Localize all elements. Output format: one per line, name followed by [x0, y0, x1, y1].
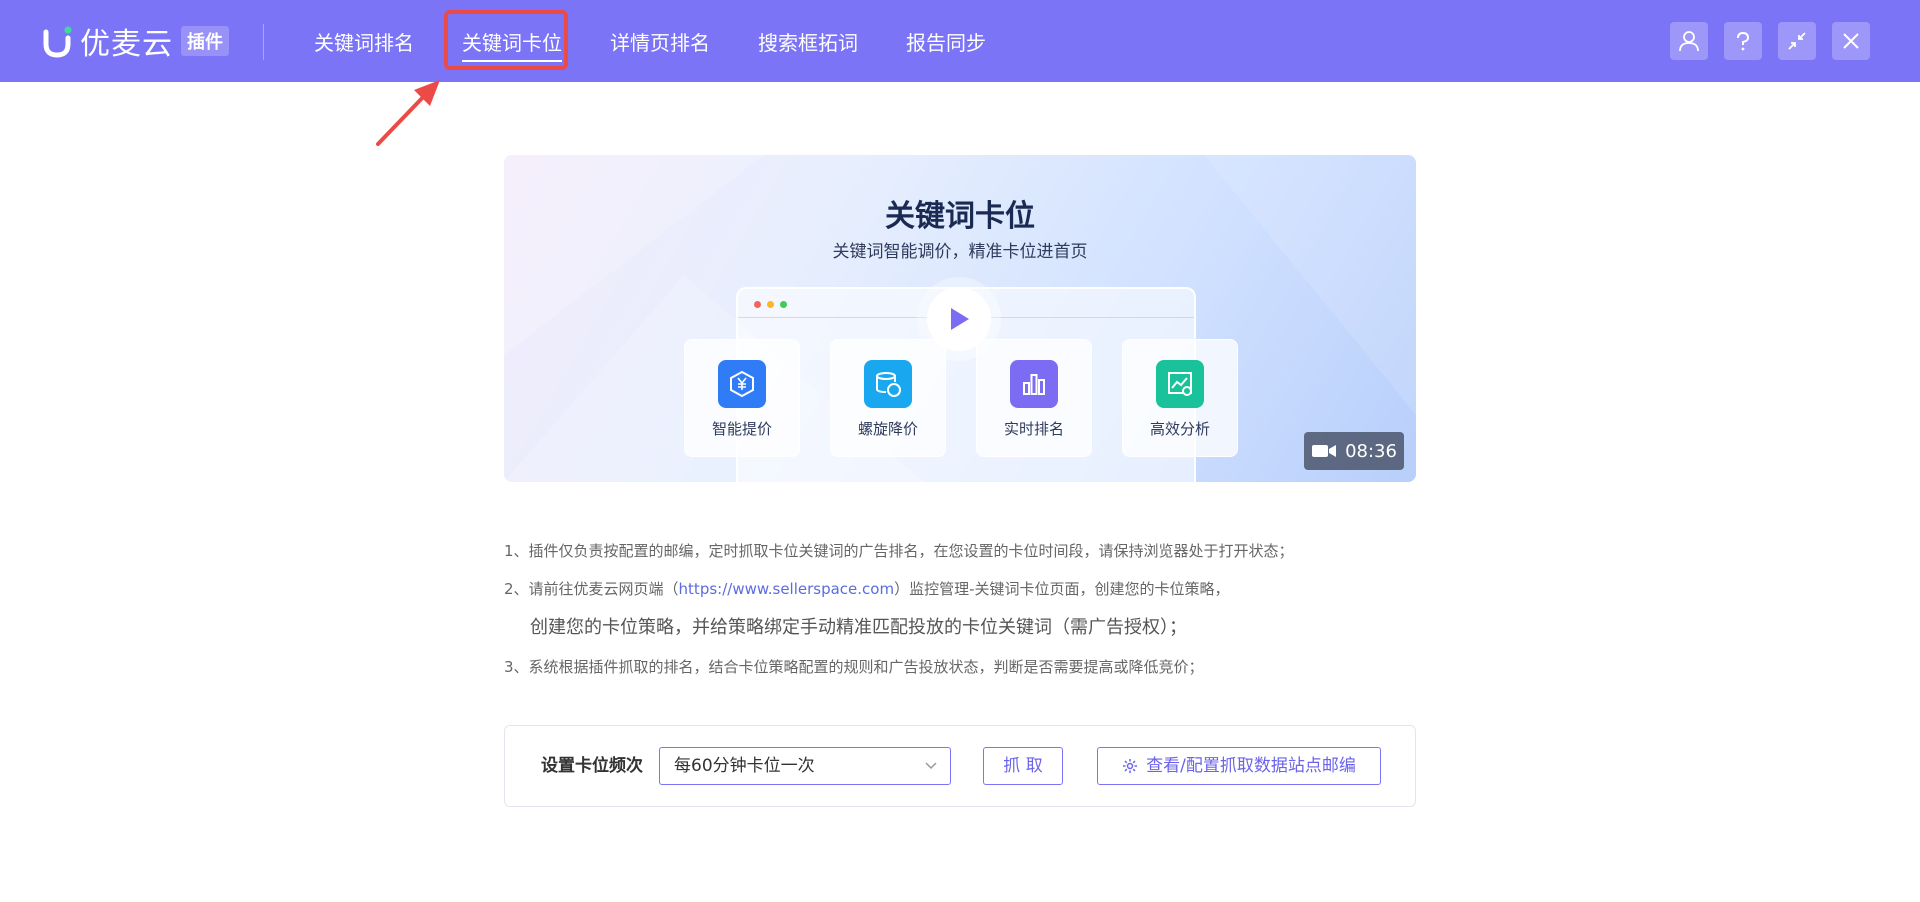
active-tab-highlight-box [444, 10, 568, 70]
logo-u-icon [43, 26, 72, 58]
instruction-notes: 1、插件仅负责按配置的邮编，定时抓取卡位关键词的广告排名，在您设置的卡位时间段，… [504, 532, 1416, 686]
close-button[interactable] [1832, 22, 1870, 60]
frequency-label: 设置卡位频次 [541, 756, 643, 776]
minimize-icon [1788, 32, 1806, 50]
video-duration: 08:36 [1345, 440, 1397, 462]
feature-label: 实时排名 [1003, 420, 1064, 438]
feature-label: 螺旋降价 [857, 420, 918, 438]
bar-chart-icon [1010, 360, 1058, 408]
feature-card-spiral-down: 螺旋降价 [830, 339, 946, 457]
fetch-button[interactable]: 抓 取 [983, 747, 1063, 785]
frequency-select[interactable]: 每60分钟卡位一次 [659, 747, 951, 785]
user-icon [1679, 31, 1699, 52]
note-line-3: 3、系统根据插件抓取的排名，结合卡位策略配置的规则和广告投放状态，判断是否需要提… [504, 658, 1204, 676]
nav-item-report-sync[interactable]: 报告同步 [906, 27, 986, 56]
nav-item-detail-rank[interactable]: 详情页排名 [610, 27, 710, 56]
note-line-2-suffix: ）监控管理-关键词卡位页面，创建您的卡位策略， [894, 580, 1230, 598]
feature-card-efficient-analysis: 高效分析 [1122, 339, 1238, 457]
annotation-arrow-icon [376, 80, 440, 146]
top-header: 优麦云 插件 关键词排名 关键词卡位 详情页排名 搜索框拓词 报告同步 [0, 0, 1920, 82]
frequency-settings-panel: 设置卡位频次 每60分钟卡位一次 抓 取 查看/配置抓取数据站点邮编 [504, 725, 1416, 807]
help-icon [1737, 31, 1750, 51]
play-icon [951, 308, 969, 330]
note-line-2: 2、请前往优麦云网页端（https://www.sellerspace.com）… [504, 570, 1416, 608]
help-button[interactable] [1724, 22, 1762, 60]
feature-label: 高效分析 [1149, 420, 1210, 438]
minimize-button[interactable] [1778, 22, 1816, 60]
video-camera-icon [1312, 445, 1337, 457]
feature-label: 智能提价 [711, 420, 772, 438]
sellerspace-link[interactable]: https://www.sellerspace.com [679, 580, 895, 598]
mock-dot-green [780, 301, 787, 308]
gear-icon [1123, 759, 1138, 773]
chevron-down-icon [925, 762, 937, 770]
feature-card-realtime-rank: 实时排名 [976, 339, 1092, 457]
note-line-1: 1、插件仅负责按配置的邮编，定时抓取卡位关键词的广告排名，在您设置的卡位时间段，… [504, 542, 1294, 560]
feature-card-smart-raise: 智能提价 [684, 339, 800, 457]
note-line-2-prefix: 2、请前往优麦云网页端（ [504, 580, 679, 598]
user-button[interactable] [1670, 22, 1708, 60]
note-line-2-continued: 创建您的卡位策略，并给策略绑定手动精准匹配投放的卡位关键词（需广告授权）； [530, 617, 1187, 638]
main-nav: 关键词排名 关键词卡位 详情页排名 搜索框拓词 报告同步 [290, 0, 1010, 82]
close-icon [1843, 33, 1859, 49]
mock-dot-red [754, 301, 761, 308]
config-zip-label: 查看/配置抓取数据站点邮编 [1146, 756, 1356, 776]
mock-dot-yellow [767, 301, 774, 308]
nav-item-search-expand[interactable]: 搜索框拓词 [758, 27, 858, 56]
logo-badge: 插件 [181, 26, 229, 56]
feature-video-banner[interactable]: 关键词卡位 关键词智能调价，精准卡位进首页 智能提价 螺旋降价 实时排名 高效分… [504, 155, 1416, 482]
config-zip-button[interactable]: 查看/配置抓取数据站点邮编 [1097, 747, 1381, 785]
banner-title: 关键词卡位 [885, 199, 1035, 234]
yen-shield-icon [718, 360, 766, 408]
logo-text: 优麦云 [80, 27, 173, 62]
nav-item-keyword-rank[interactable]: 关键词排名 [314, 27, 414, 56]
banner-subtitle: 关键词智能调价，精准卡位进首页 [832, 242, 1088, 262]
logo: 优麦云 插件 [42, 22, 229, 62]
frequency-select-value: 每60分钟卡位一次 [674, 756, 815, 776]
header-divider [263, 24, 264, 60]
database-yen-icon [864, 360, 912, 408]
video-duration-badge: 08:36 [1304, 432, 1404, 470]
analysis-image-icon [1156, 360, 1204, 408]
